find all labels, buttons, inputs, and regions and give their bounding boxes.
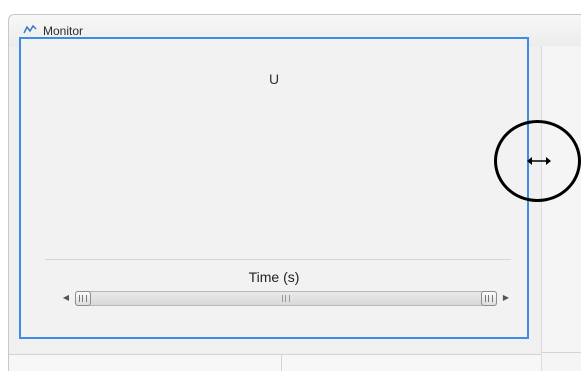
panel-divider [542,352,581,353]
plot-panel[interactable]: U Time (s) ◀ ▶ [19,37,529,339]
scrollbar-thumb[interactable] [75,291,497,306]
window-title: Monitor [43,24,84,38]
monitor-signal-icon [23,24,37,34]
x-axis-line [45,259,511,260]
x-axis-label: Time (s) [248,269,300,285]
scroll-right-arrow-icon[interactable]: ▶ [501,293,511,303]
grip-icon [79,295,87,302]
time-range-scrollbar[interactable]: ◀ ▶ [61,289,511,307]
scroll-left-arrow-icon[interactable]: ◀ [61,293,71,303]
signal-title: U [268,71,280,87]
bottom-panel-strip [9,354,541,371]
thumb-grip-icon [282,295,290,302]
adjacent-panel [541,46,581,371]
range-start-handle[interactable] [75,291,91,306]
range-end-handle[interactable] [481,291,497,306]
annotation-circle [494,120,581,202]
grip-icon [485,295,493,302]
bottom-strip-divider [281,355,282,371]
